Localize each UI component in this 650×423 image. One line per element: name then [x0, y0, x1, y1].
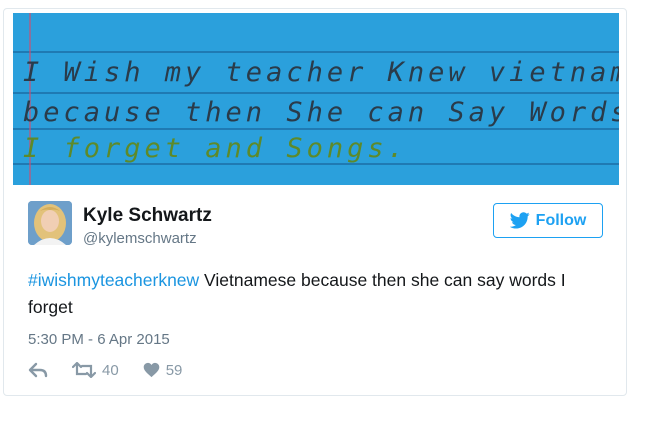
retweet-count: 40: [102, 361, 119, 379]
card-rule-line: [13, 51, 619, 53]
avatar[interactable]: [28, 201, 72, 245]
heart-icon: [143, 362, 159, 378]
card-rule-line: [13, 128, 619, 130]
handwriting-line-2: because then She can Say Words that: [23, 97, 619, 128]
tweet-photo[interactable]: I Wish my teacher Knew vietnamese becaus…: [13, 13, 619, 185]
card-rule-line: [13, 92, 619, 94]
reply-button[interactable]: [28, 362, 48, 378]
author-handle[interactable]: @kylemschwartz: [83, 230, 197, 247]
tweet-actions: 40 59: [28, 359, 206, 381]
handwriting-line-1: I Wish my teacher Knew vietnamese: [23, 57, 619, 88]
hashtag-link[interactable]: #iwishmyteacherknew: [28, 270, 199, 290]
twitter-bird-icon: [509, 212, 530, 229]
tweet-card: I Wish my teacher Knew vietnamese becaus…: [3, 8, 627, 396]
reply-icon: [28, 362, 48, 378]
tweet-text: #iwishmyteacherknew Vietnamese because t…: [28, 267, 588, 321]
follow-label: Follow: [535, 211, 587, 229]
retweet-icon: [72, 362, 96, 378]
retweet-button[interactable]: 40: [72, 362, 119, 379]
like-count: 59: [165, 361, 183, 379]
follow-button[interactable]: Follow: [493, 203, 603, 238]
like-button[interactable]: 59: [143, 361, 183, 379]
profile-photo-icon: [28, 201, 72, 245]
tweet-timestamp[interactable]: 5:30 PM - 6 Apr 2015: [28, 331, 170, 348]
handwriting-line-3: I forget and Songs.: [23, 133, 408, 164]
author-name[interactable]: Kyle Schwartz: [83, 205, 212, 227]
